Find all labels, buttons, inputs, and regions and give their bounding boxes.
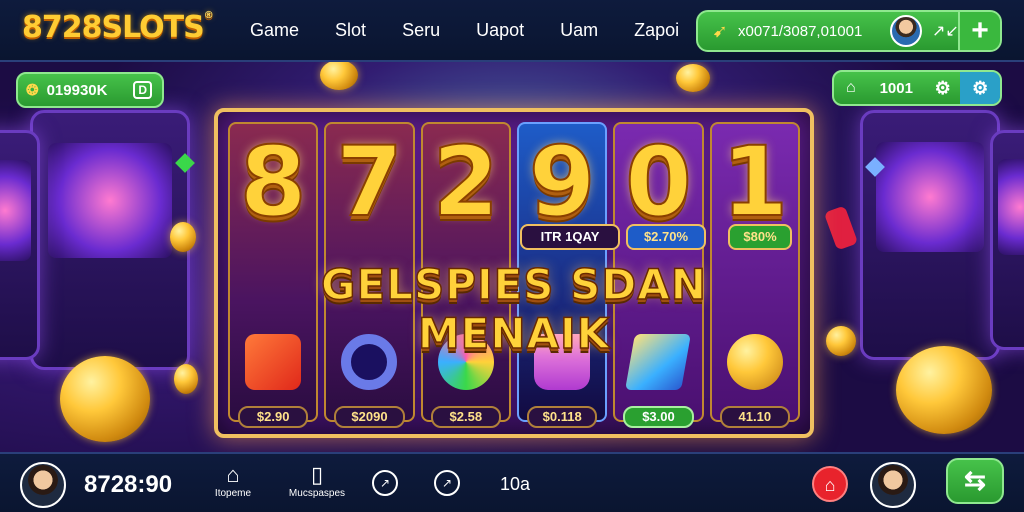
gold-coin — [170, 222, 196, 252]
nav-promotions[interactable]: ▯ Mucspaspes — [272, 462, 362, 499]
main-nav: Game Slot Seru Uapot Uam Zapoi — [250, 20, 715, 41]
logo[interactable]: 8728SLOTS® — [22, 10, 214, 45]
coin-balance-pill[interactable]: ❂ 019930K D — [16, 72, 164, 108]
player-balance: 8728:90 — [84, 471, 173, 498]
reel-digit: 8 — [239, 125, 308, 239]
gold-coin — [320, 60, 358, 90]
reel-price: 41.10 — [719, 406, 790, 428]
compass-icon[interactable]: ↗ — [372, 470, 398, 496]
coin-balance-value: 019930K — [46, 81, 108, 99]
reel-digit: 1 — [720, 125, 789, 239]
nav-uapot[interactable]: Uapot — [476, 20, 524, 41]
settings-icon[interactable]: ⚙ — [960, 72, 1001, 104]
user-avatar[interactable] — [890, 15, 922, 47]
reel-price: $2.90 — [238, 406, 309, 428]
arcade-cabinet-left-far — [0, 130, 40, 360]
coin-stack-icon: ❂ — [26, 82, 39, 99]
gold-coin — [826, 326, 856, 356]
reel-tag: $2.70% — [626, 224, 706, 250]
reel-price: $0.118 — [526, 406, 598, 428]
gear-icon[interactable]: ⚙ — [925, 72, 961, 104]
reel-price-highlight: $3.00 — [623, 406, 694, 428]
nav-homepage-label: Itopeme — [214, 488, 252, 499]
gold-coin — [60, 356, 150, 442]
reel-price: $2.58 — [430, 406, 501, 428]
gold-coin — [896, 346, 992, 434]
slot-machine: 8 $2.90 7 $2090 2 $2.58 9 $0.118 0 $3.00… — [214, 108, 814, 438]
reel-price: $2090 — [334, 406, 405, 428]
arcade-cabinet-left — [30, 110, 190, 370]
arcade-cabinet-right-far — [990, 130, 1024, 350]
promo-banner: GELSPIES SDAN MENAIK — [320, 259, 707, 359]
home-counter-value: 1001 — [879, 79, 913, 97]
home-counter-pill[interactable]: ⌂ 1001 ⚙ ⚙ — [832, 70, 1002, 106]
nav-slot[interactable]: Slot — [335, 20, 366, 41]
nav-uam[interactable]: Uam — [560, 20, 598, 41]
nav-seru[interactable]: Seru — [402, 20, 440, 41]
nav-homepage[interactable]: ⌂ Itopeme — [188, 462, 278, 499]
nav-game[interactable]: Game — [250, 20, 299, 41]
house-icon: ⌂ — [226, 462, 240, 487]
gold-coin — [676, 64, 710, 92]
bottom-bar: 8728:90 ⌂ Itopeme ▯ Mucspaspes ↗ ↗ 10a — [0, 452, 1024, 512]
home-icon[interactable]: ⌂ — [834, 72, 868, 104]
reel-digit: 7 — [335, 125, 404, 239]
player-avatar[interactable] — [20, 462, 66, 508]
friend-avatar[interactable] — [870, 462, 916, 508]
nav-zapoi[interactable]: Zapoi — [634, 20, 679, 41]
d-icon: D — [133, 81, 152, 99]
arcade-cabinet-right — [860, 110, 1000, 360]
reel-digit: 2 — [431, 125, 500, 239]
swap-icon[interactable]: ⇆ — [946, 458, 1004, 504]
reel-tag: $80% — [728, 224, 792, 250]
reel-digit: 0 — [624, 125, 693, 239]
footer-counter: 10a — [500, 474, 531, 494]
timer-icon[interactable]: ↗ — [434, 470, 460, 496]
wallet-bar[interactable]: ➹ x0071/3087,01001 ↗↙ + — [696, 10, 1002, 52]
reel-digit: 9 — [528, 125, 597, 239]
wallet-icon: ➹ — [712, 20, 728, 41]
wallet-balance: x0071/3087,01001 — [738, 22, 863, 40]
top-bar: 8728SLOTS® Game Slot Seru Uapot Uam Zapo… — [0, 0, 1024, 62]
card-icon: ▯ — [310, 462, 324, 487]
nav-promotions-label: Mucspaspes — [288, 488, 346, 499]
transfer-arrows-icon[interactable]: ↗↙ — [932, 21, 959, 41]
home-icon[interactable]: ⌂ — [812, 466, 848, 502]
reel-tag: ITR 1QAY — [520, 224, 620, 250]
add-funds-button[interactable]: + — [958, 12, 1000, 50]
gold-coin — [174, 364, 198, 394]
